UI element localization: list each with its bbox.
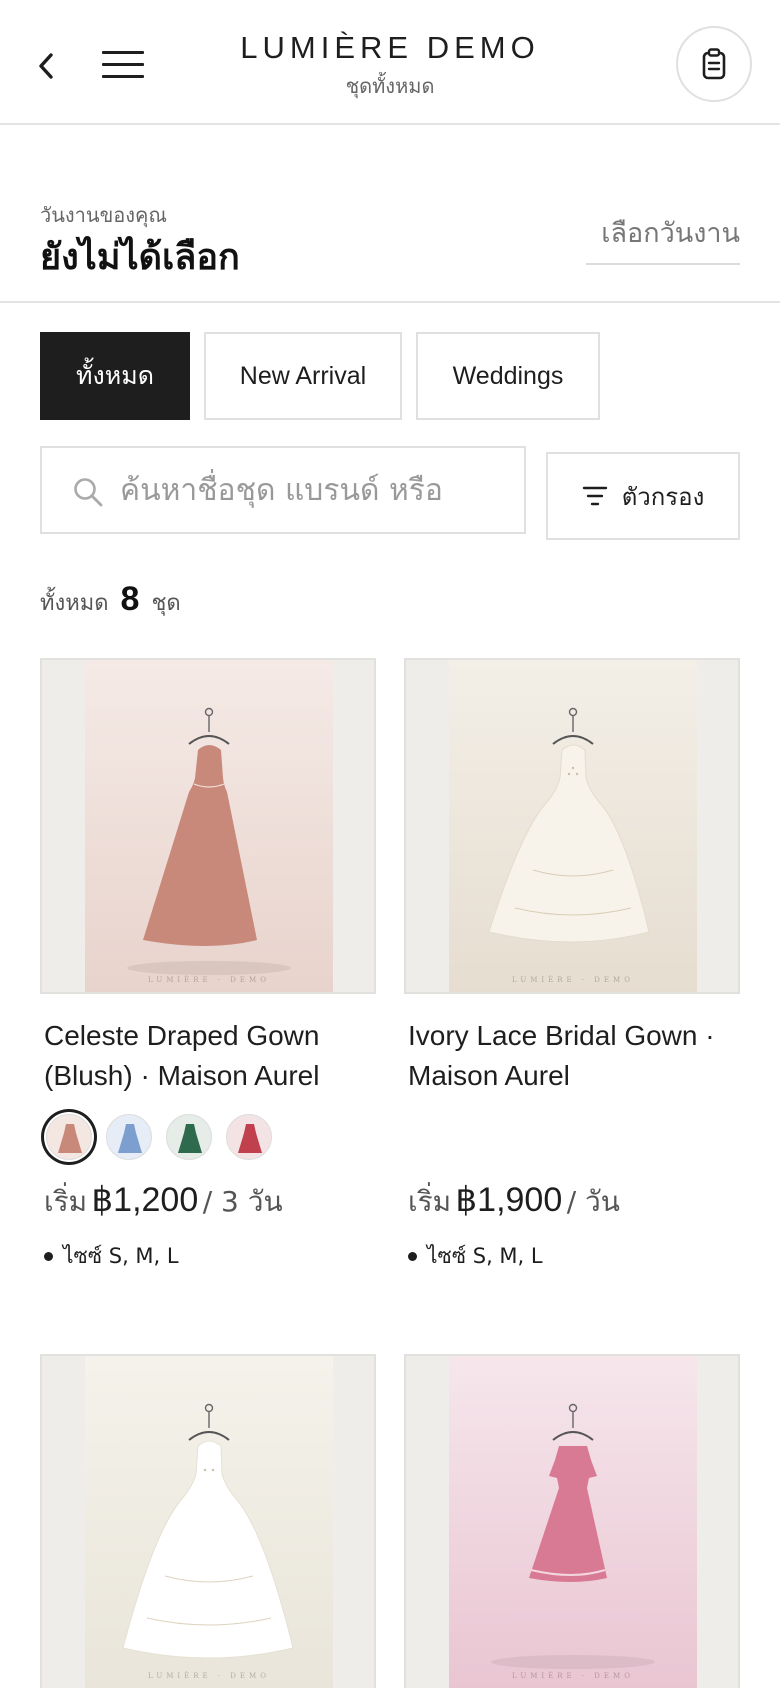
result-count: ทั้งหมด 8 ชุด xyxy=(40,580,181,630)
event-date-section: วันงานของคุณ ยังไม่ได้เลือก เลือกวันงาน xyxy=(0,125,780,303)
tab-weddings[interactable]: Weddings xyxy=(416,332,600,420)
search-box xyxy=(40,446,526,534)
price-amount: ฿1,900 xyxy=(455,1181,563,1219)
color-swatches xyxy=(40,1114,376,1160)
swatch-red[interactable] xyxy=(226,1114,272,1160)
event-date-value: ยังไม่ได้เลือก xyxy=(40,237,240,278)
tab-all[interactable]: ทั้งหมด xyxy=(40,332,190,420)
bullet-icon xyxy=(408,1252,417,1261)
product-photo xyxy=(85,1356,333,1688)
swatch-dress-icon xyxy=(118,1124,142,1153)
product-card[interactable]: LUMIÈRE · DEMO Ivory Lace Bridal Gown · … xyxy=(404,658,740,1273)
swatch-blue[interactable] xyxy=(106,1114,152,1160)
gown-illustration-ivory xyxy=(449,660,697,992)
product-title[interactable]: Ivory Lace Bridal Gown · Maison Aurel xyxy=(404,1016,740,1096)
swatch-blush[interactable] xyxy=(46,1114,92,1160)
price-prefix: เริ่ม xyxy=(408,1185,452,1218)
product-sizes: ไซซ์ S, M, L xyxy=(40,1240,376,1273)
product-photo xyxy=(449,660,697,992)
product-card[interactable]: LUMIÈRE · DEMO xyxy=(404,1354,740,1688)
sizes-text: ไซซ์ S, M, L xyxy=(427,1244,543,1268)
brand-logo[interactable]: LUMIÈRE DEMO xyxy=(190,30,590,66)
image-watermark: LUMIÈRE · DEMO xyxy=(512,976,634,984)
filter-button[interactable]: ตัวกรอง xyxy=(546,452,740,540)
tab-new-arrival[interactable]: New Arrival xyxy=(204,332,402,420)
product-image[interactable]: LUMIÈRE · DEMO xyxy=(404,1354,740,1688)
image-watermark: LUMIÈRE · DEMO xyxy=(512,1672,634,1680)
booking-list-button[interactable] xyxy=(676,26,752,102)
price-amount: ฿1,200 xyxy=(91,1181,199,1219)
product-photo xyxy=(85,660,333,992)
product-title[interactable]: Celeste Draped Gown (Blush) · Maison Aur… xyxy=(40,1016,376,1096)
product-price: เริ่ม ฿1,900 / วัน xyxy=(404,1180,740,1224)
filter-label: ตัวกรอง xyxy=(621,482,705,511)
bullet-icon xyxy=(44,1252,53,1261)
search-icon xyxy=(74,478,103,507)
select-date-button[interactable]: เลือกวันงาน xyxy=(586,211,740,265)
hamburger-icon-bar xyxy=(102,62,144,66)
product-image[interactable]: LUMIÈRE · DEMO xyxy=(404,658,740,994)
product-photo xyxy=(449,1356,697,1688)
price-period: / วัน xyxy=(566,1185,620,1218)
image-watermark: LUMIÈRE · DEMO xyxy=(148,976,270,984)
price-prefix: เริ่ม xyxy=(44,1185,88,1218)
swatch-dress-icon xyxy=(178,1124,202,1153)
gown-illustration-white xyxy=(85,1356,333,1688)
result-count-unit: ชุด xyxy=(151,591,181,616)
product-card[interactable]: LUMIÈRE · DEMO xyxy=(40,1354,376,1688)
hamburger-icon-bar xyxy=(102,50,144,54)
image-watermark: LUMIÈRE · DEMO xyxy=(148,1672,270,1680)
gown-illustration-blush xyxy=(85,660,333,992)
price-period: / 3 วัน xyxy=(202,1185,283,1218)
result-count-prefix: ทั้งหมด xyxy=(40,591,109,616)
sizes-text: ไซซ์ S, M, L xyxy=(63,1244,179,1268)
page-subtitle: ชุดทั้งหมด xyxy=(345,74,435,98)
product-image[interactable]: LUMIÈRE · DEMO xyxy=(40,1354,376,1688)
event-date-label: วันงานของคุณ xyxy=(40,203,167,227)
filter-icon xyxy=(582,486,607,506)
product-price: เริ่ม ฿1,200 / 3 วัน xyxy=(40,1180,376,1224)
clipboard-icon xyxy=(702,48,726,80)
back-button[interactable] xyxy=(30,44,62,88)
product-image[interactable]: LUMIÈRE · DEMO xyxy=(40,658,376,994)
top-bar: LUMIÈRE DEMO ชุดทั้งหมด xyxy=(0,0,780,125)
swatch-dress-icon xyxy=(58,1124,82,1153)
result-count-number: 8 xyxy=(120,580,140,618)
chevron-left-icon xyxy=(39,53,53,79)
gown-illustration-pink xyxy=(449,1356,697,1688)
swatch-dress-icon xyxy=(238,1124,262,1153)
hamburger-icon-bar xyxy=(102,74,144,78)
search-input[interactable] xyxy=(120,462,520,518)
product-sizes: ไซซ์ S, M, L xyxy=(404,1240,740,1273)
swatch-green[interactable] xyxy=(166,1114,212,1160)
product-card[interactable]: LUMIÈRE · DEMO Celeste Draped Gown (Blus… xyxy=(40,658,376,1273)
menu-button[interactable] xyxy=(102,46,144,82)
